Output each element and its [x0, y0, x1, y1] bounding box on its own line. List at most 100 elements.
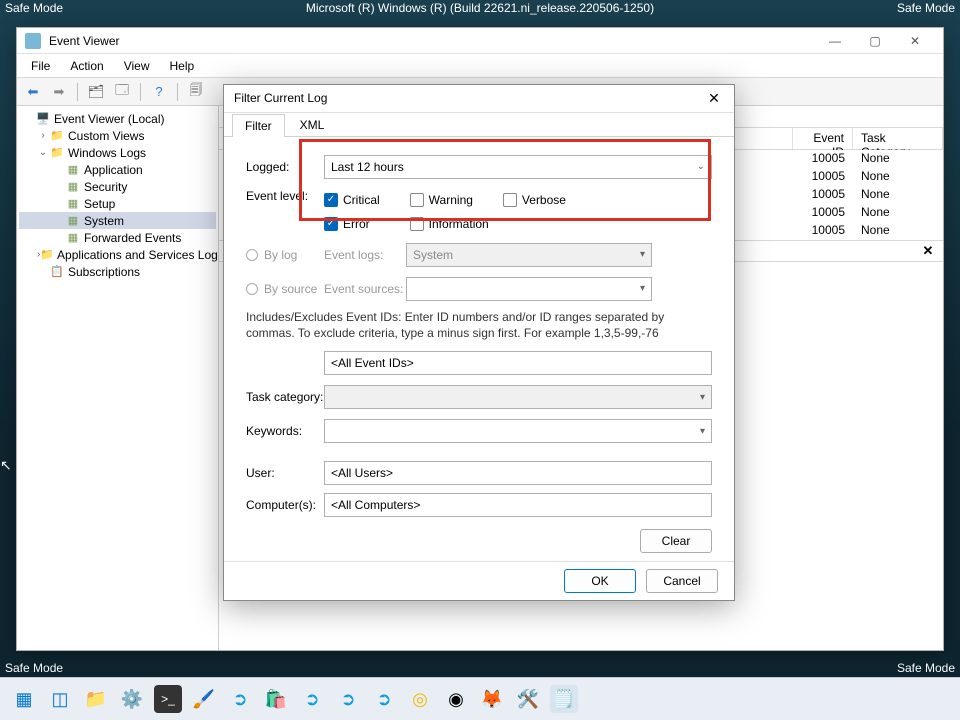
chrome-icon[interactable]: ◉ [442, 685, 470, 713]
separator [140, 83, 141, 101]
event-logs-dropdown: System▾ [406, 243, 652, 267]
cancel-button[interactable]: Cancel [646, 569, 718, 593]
label-computers: Computer(s): [246, 498, 324, 512]
keywords-dropdown[interactable]: ▾ [324, 419, 712, 443]
paint-icon[interactable]: 🖌️ [190, 685, 218, 713]
chk-information[interactable]: Information [410, 217, 489, 231]
separator [177, 83, 178, 101]
label-by-log: By log [264, 248, 324, 262]
show-tree-icon[interactable]: 🗂 [86, 82, 106, 102]
window-title: Event Viewer [49, 34, 815, 48]
tree-windows-logs[interactable]: ⌄📁Windows Logs [19, 144, 216, 161]
chk-error[interactable]: ✓Error [324, 217, 370, 231]
checkbox-icon [410, 217, 424, 231]
store-icon[interactable]: 🛍️ [262, 685, 290, 713]
tab-filter[interactable]: Filter [232, 114, 285, 137]
chk-critical[interactable]: ✓Critical [324, 193, 380, 207]
separator [77, 83, 78, 101]
chevron-down-icon: ▾ [640, 283, 645, 294]
radio-by-source [246, 283, 258, 295]
safe-mode-br: Safe Mode [897, 661, 955, 677]
label-user: User: [246, 466, 324, 480]
tree-custom-views[interactable]: ›📁Custom Views [19, 127, 216, 144]
tree-log-setup[interactable]: ▦Setup [19, 195, 216, 212]
ok-button[interactable]: OK [564, 569, 636, 593]
menu-help[interactable]: Help [162, 56, 203, 76]
edge-dev-icon[interactable]: ➲ [334, 685, 362, 713]
chrome-canary-icon[interactable]: ◎ [406, 685, 434, 713]
task-view-icon[interactable]: ◫ [46, 685, 74, 713]
os-bottom-bar: Safe Mode Safe Mode [0, 661, 960, 677]
checkbox-icon: ✓ [324, 217, 338, 231]
label-event-sources: Event sources: [324, 282, 406, 296]
label-by-source: By source [264, 282, 324, 296]
event-ids-input[interactable] [324, 351, 712, 375]
label-event-logs: Event logs: [324, 248, 406, 262]
window-title-bar[interactable]: Event Viewer — ▢ ✕ [17, 28, 943, 54]
chk-warning[interactable]: Warning [410, 193, 473, 207]
chk-verbose[interactable]: Verbose [503, 193, 566, 207]
label-task-category: Task category: [246, 390, 324, 404]
dialog-title-bar[interactable]: Filter Current Log ✕ [224, 85, 734, 113]
task-category-dropdown: ▾ [324, 385, 712, 409]
forward-icon[interactable]: ➡ [49, 82, 69, 102]
maximize-button[interactable]: ▢ [855, 30, 895, 52]
help-icon[interactable]: ? [149, 82, 169, 102]
app-icon[interactable]: 🛠️ [514, 685, 542, 713]
tree-log-system[interactable]: ▦System [19, 212, 216, 229]
edge-canary-icon[interactable]: ➲ [298, 685, 326, 713]
tree-log-application[interactable]: ▦Application [19, 161, 216, 178]
checkbox-icon: ✓ [324, 193, 338, 207]
menu-action[interactable]: Action [62, 56, 111, 76]
tab-xml[interactable]: XML [287, 113, 338, 136]
start-icon[interactable]: ▦ [10, 685, 38, 713]
logged-dropdown[interactable]: Last 12 hours⌄ [324, 155, 712, 179]
event-ids-help: Includes/Excludes Event IDs: Enter ID nu… [246, 309, 712, 341]
menu-view[interactable]: View [116, 56, 158, 76]
back-icon[interactable]: ⬅ [23, 82, 43, 102]
menu-bar: File Action View Help [17, 54, 943, 78]
computers-input[interactable] [324, 493, 712, 517]
tree-app-services-logs[interactable]: ›📁Applications and Services Logs [19, 246, 216, 263]
edge-icon[interactable]: ➲ [226, 685, 254, 713]
os-build-label: Microsoft (R) Windows (R) (Build 22621.n… [0, 1, 960, 15]
label-logged: Logged: [246, 160, 324, 174]
edge-beta-icon[interactable]: ➲ [370, 685, 398, 713]
label-keywords: Keywords: [246, 424, 324, 438]
settings-icon[interactable]: ⚙️ [118, 685, 146, 713]
tree-log-security[interactable]: ▦Security [19, 178, 216, 195]
close-button[interactable]: ✕ [895, 30, 935, 52]
navigation-tree[interactable]: 🖥️Event Viewer (Local) ›📁Custom Views ⌄📁… [17, 106, 219, 650]
refresh-icon[interactable]: 🗐 [186, 82, 206, 102]
safe-mode-bl: Safe Mode [5, 661, 63, 677]
col-event-id[interactable]: Event ID [793, 128, 853, 149]
col-task-category[interactable]: Task Category [853, 128, 943, 149]
tree-root[interactable]: 🖥️Event Viewer (Local) [19, 110, 216, 127]
label-event-level: Event level: [246, 189, 324, 203]
tree-log-forwarded[interactable]: ▦Forwarded Events [19, 229, 216, 246]
user-input[interactable] [324, 461, 712, 485]
radio-by-log [246, 249, 258, 261]
file-explorer-icon[interactable]: 📁 [82, 685, 110, 713]
chevron-down-icon: ▾ [700, 426, 705, 437]
firefox-icon[interactable]: 🦊 [478, 685, 506, 713]
dialog-body: Logged: Last 12 hours⌄ Event level: ✓Cri… [224, 137, 734, 561]
minimize-button[interactable]: — [815, 30, 855, 52]
event-viewer-icon [25, 33, 41, 49]
dialog-close-icon[interactable]: ✕ [704, 90, 724, 107]
menu-file[interactable]: File [23, 56, 58, 76]
tree-subscriptions[interactable]: 📋Subscriptions [19, 263, 216, 280]
clear-button[interactable]: Clear [640, 529, 712, 553]
event-sources-dropdown[interactable]: ▾ [406, 277, 652, 301]
os-top-bar: Safe Mode Microsoft (R) Windows (R) (Bui… [0, 0, 960, 16]
dialog-title: Filter Current Log [234, 91, 327, 105]
properties-icon[interactable]: 🗔 [112, 82, 132, 102]
checkbox-icon [410, 193, 424, 207]
terminal-icon[interactable]: >_ [154, 685, 182, 713]
chevron-down-icon: ⌄ [697, 161, 705, 172]
detail-close-icon[interactable]: ✕ [919, 243, 937, 259]
event-viewer-taskbar-icon[interactable]: 🗒️ [550, 685, 578, 713]
taskbar[interactable]: ▦ ◫ 📁 ⚙️ >_ 🖌️ ➲ 🛍️ ➲ ➲ ➲ ◎ ◉ 🦊 🛠️ 🗒️ [0, 677, 960, 720]
chevron-down-icon: ▾ [700, 392, 705, 403]
filter-dialog: Filter Current Log ✕ Filter XML Logged: … [223, 84, 735, 601]
